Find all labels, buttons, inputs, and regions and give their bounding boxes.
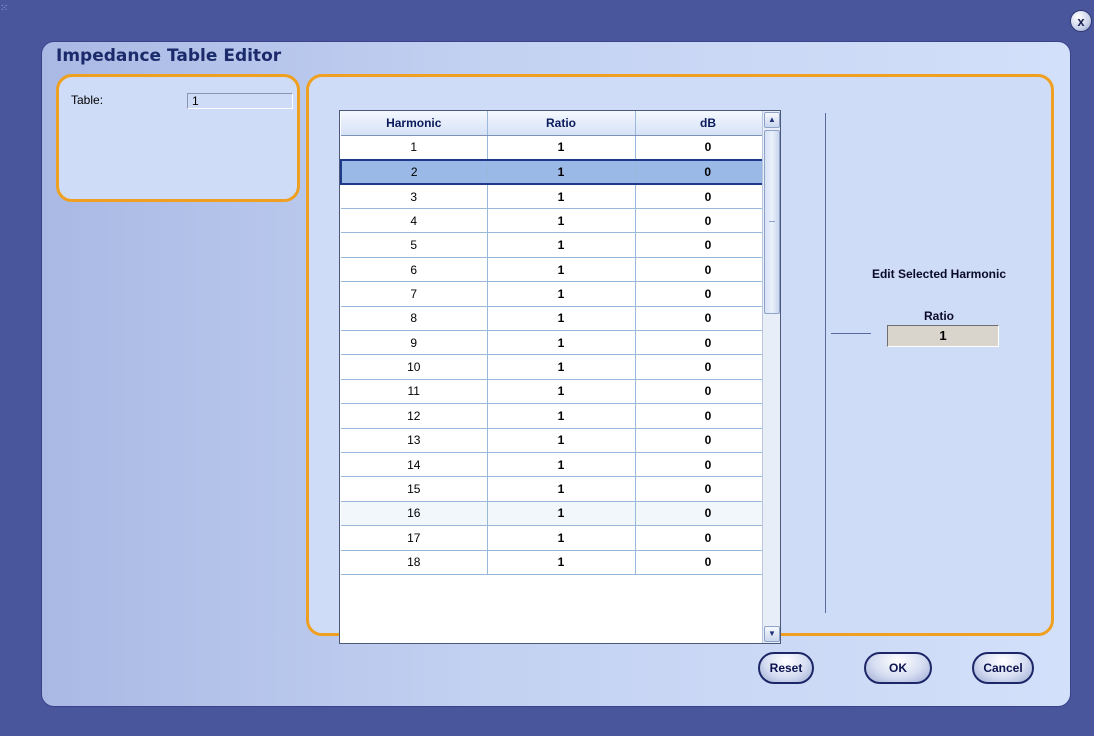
cell-harmonic[interactable]: 8: [341, 306, 488, 332]
cell-ratio[interactable]: 1: [487, 379, 636, 405]
harmonic-table[interactable]: Harmonic Ratio dB 1102103104105106107108…: [339, 110, 781, 644]
table-row[interactable]: 14 1 0: [341, 452, 780, 478]
scroll-thumb[interactable]: [764, 130, 780, 314]
reset-button[interactable]: Reset: [758, 652, 814, 684]
column-header-db[interactable]: dB: [635, 111, 780, 136]
cell-ratio[interactable]: 1: [487, 428, 636, 453]
cell-ratio[interactable]: 1: [487, 281, 636, 307]
cell-harmonic[interactable]: 10: [341, 354, 488, 380]
cell-db[interactable]: 0: [635, 428, 780, 453]
table-row[interactable]: 110: [341, 135, 780, 161]
scroll-grip-icon: [769, 221, 775, 222]
cell-db[interactable]: 0: [635, 330, 780, 356]
harmonic-panel: Harmonic Ratio dB 1102103104105106107108…: [306, 74, 1054, 644]
cell-ratio[interactable]: 1: [487, 476, 636, 502]
column-header-harmonic[interactable]: Harmonic: [341, 111, 488, 136]
cell-harmonic[interactable]: 1: [341, 135, 488, 161]
table-row[interactable]: 210: [340, 158, 780, 186]
cell-harmonic[interactable]: 16: [341, 501, 488, 527]
table-row[interactable]: 17 1 0: [341, 525, 780, 551]
table-row[interactable]: 10 1 0: [341, 354, 780, 380]
dialog-title: Impedance Table Editor: [56, 46, 282, 66]
ratio-label: Ratio: [924, 309, 954, 323]
table-row[interactable]: 310: [341, 184, 780, 210]
table-row[interactable]: 18 1 0: [341, 550, 780, 575]
cell-ratio[interactable]: 1: [487, 452, 636, 478]
cell-ratio[interactable]: 1: [487, 403, 636, 429]
cell-db[interactable]: 0: [635, 550, 780, 575]
cell-harmonic[interactable]: 7: [341, 281, 488, 307]
cell-harmonic[interactable]: 4: [341, 208, 488, 234]
table-row[interactable]: 910: [341, 330, 780, 356]
cell-harmonic[interactable]: 18: [341, 550, 488, 575]
ratio-input[interactable]: 1: [887, 325, 999, 347]
cell-ratio[interactable]: 1: [487, 525, 636, 551]
table-row[interactable]: 710: [341, 281, 780, 307]
cell-db[interactable]: 0: [635, 232, 780, 258]
cancel-button[interactable]: Cancel: [972, 652, 1034, 684]
cell-harmonic[interactable]: 14: [341, 452, 488, 478]
cell-ratio[interactable]: 1: [487, 135, 636, 161]
table-select-panel: Table: 1: [56, 74, 300, 202]
cell-harmonic[interactable]: 2: [340, 158, 488, 186]
cell-harmonic[interactable]: 12: [341, 403, 488, 429]
cell-ratio[interactable]: 1: [487, 184, 636, 210]
cell-harmonic[interactable]: 9: [341, 330, 488, 356]
cell-db[interactable]: 0: [635, 452, 780, 478]
cell-harmonic[interactable]: 15: [341, 476, 488, 502]
cell-ratio[interactable]: 1: [487, 501, 636, 527]
cell-db[interactable]: 0: [635, 257, 780, 283]
cell-db[interactable]: 0: [635, 403, 780, 429]
cell-ratio[interactable]: 1: [487, 208, 636, 234]
ok-button[interactable]: OK: [864, 652, 932, 684]
cell-db[interactable]: 0: [635, 184, 780, 210]
table-number-field[interactable]: 1: [187, 93, 293, 109]
cell-db[interactable]: 0: [635, 281, 780, 307]
cell-db[interactable]: 0: [635, 135, 780, 161]
cell-harmonic[interactable]: 3: [341, 184, 488, 210]
close-button[interactable]: x: [1070, 10, 1092, 32]
cell-harmonic[interactable]: 13: [341, 428, 488, 453]
cell-harmonic[interactable]: 17: [341, 525, 488, 551]
window-corner-icon: ⁙: [0, 3, 9, 14]
table-row[interactable]: 15 1 0: [341, 476, 780, 502]
cell-db[interactable]: 0: [635, 354, 780, 380]
table-label: Table:: [71, 93, 104, 107]
table-row[interactable]: 11 1 0: [341, 379, 780, 405]
edit-selected-harmonic-heading: Edit Selected Harmonic: [871, 267, 1007, 281]
cell-ratio[interactable]: 1: [487, 550, 636, 575]
scroll-up-icon[interactable]: ▲: [764, 112, 780, 128]
table-row[interactable]: 13 1 0: [341, 428, 780, 453]
cell-harmonic[interactable]: 5: [341, 232, 488, 258]
cell-db[interactable]: 0: [635, 501, 780, 527]
cell-db[interactable]: 0: [635, 158, 780, 186]
cell-db[interactable]: 0: [635, 476, 780, 502]
divider-vertical: [825, 113, 826, 613]
table-row[interactable]: 12 1 0: [341, 403, 780, 429]
cell-db[interactable]: 0: [635, 379, 780, 405]
cell-ratio[interactable]: 1: [487, 257, 636, 283]
cell-harmonic[interactable]: 11: [341, 379, 488, 405]
cell-db[interactable]: 0: [635, 208, 780, 234]
divider-horizontal: [831, 333, 871, 334]
cell-db[interactable]: 0: [635, 525, 780, 551]
table-row[interactable]: 510: [341, 232, 780, 258]
cell-ratio[interactable]: 1: [487, 354, 636, 380]
cell-ratio[interactable]: 1: [487, 158, 636, 186]
cell-db[interactable]: 0: [635, 306, 780, 332]
table-row[interactable]: 410: [341, 208, 780, 234]
scroll-down-icon[interactable]: ▼: [764, 626, 780, 642]
table-row[interactable]: 16 1 0: [341, 501, 780, 527]
table-scrollbar[interactable]: ▲ ▼: [762, 111, 780, 643]
table-row[interactable]: 810: [341, 306, 780, 332]
cell-ratio[interactable]: 1: [487, 330, 636, 356]
column-header-ratio[interactable]: Ratio: [487, 111, 636, 136]
table-row[interactable]: 610: [341, 257, 780, 283]
cell-harmonic[interactable]: 6: [341, 257, 488, 283]
cell-ratio[interactable]: 1: [487, 306, 636, 332]
impedance-table-editor-dialog: Impedance Table Editor Table: 1 Harmonic…: [42, 42, 1070, 706]
cell-ratio[interactable]: 1: [487, 232, 636, 258]
table-header-row: Harmonic Ratio dB: [341, 111, 780, 136]
